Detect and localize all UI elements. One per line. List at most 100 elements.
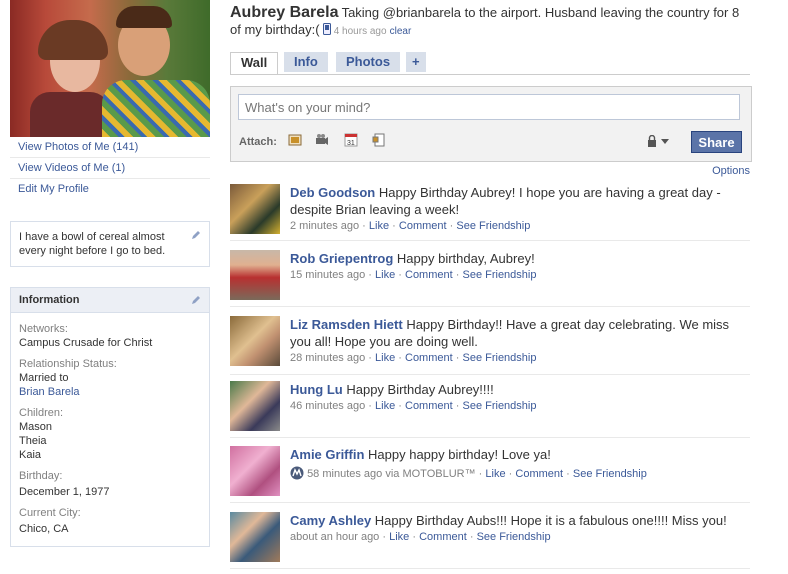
tab-divider [230,74,750,75]
child-name: Mason [19,421,53,433]
like-link[interactable]: Like [375,400,395,412]
profile-name: Aubrey Barela [230,4,339,21]
whats-on-your-mind-input[interactable]: What's on your mind? [238,94,740,120]
post-meta: 28 minutes ago · Like · Comment · See Fr… [290,352,537,364]
profile-tabs: Wall Info Photos + [230,52,750,75]
post-via: via MOTOBLUR™ [385,468,476,480]
post-author[interactable]: Rob Griepentrog [290,251,393,266]
wall-post: Amie Griffin Happy happy birthday! Love … [230,446,750,503]
bio-box: I have a bowl of cereal almost every nig… [10,221,210,267]
birthday-section: Birthday: December 1, 1977 [11,470,209,499]
city-value: Chico, CA [19,523,69,535]
post-text: Happy birthday, Aubrey! [396,251,535,266]
post-meta: 58 minutes ago via MOTOBLUR™ · Like · Co… [290,466,750,482]
post-text: Happy Birthday Aubs!!! Hope it is a fabu… [374,513,727,528]
comment-link[interactable]: Comment [405,400,453,412]
post-meta: about an hour ago · Like · Comment · See… [290,531,551,543]
city-section: Current City: Chico, CA [11,507,209,536]
wall-post: Hung Lu Happy Birthday Aubrey!!!! 46 min… [230,381,750,438]
wall-post: Deb Goodson Happy Birthday Aubrey! I hop… [230,184,750,241]
author-photo[interactable] [230,512,280,562]
comment-link[interactable]: Comment [405,269,453,281]
post-time: 58 minutes ago [307,468,383,480]
status-text-continued: of my birthday:( [230,22,320,37]
photo-man-hair [116,6,172,28]
post-author[interactable]: Liz Ramsden Hiett [290,317,403,332]
post-time: 28 minutes ago [290,352,366,364]
post-author[interactable]: Camy Ashley [290,513,371,528]
post-body: Amie Griffin Happy happy birthday! Love … [290,446,750,482]
child-name: Theia [19,435,47,447]
comment-link[interactable]: Comment [515,468,563,480]
status-header: Aubrey Barela Taking @brianbarela to the… [230,4,788,23]
wall-post: Camy Ashley Happy Birthday Aubs!!! Hope … [230,512,750,569]
children-label: Children: [19,407,64,419]
view-photos-link[interactable]: View Photos of Me (141) [10,137,210,158]
author-photo[interactable] [230,381,280,431]
post-time: 2 minutes ago [290,220,360,232]
options-link[interactable]: Options [712,165,750,177]
see-friendship-link[interactable]: See Friendship [456,220,530,232]
status-composer: What's on your mind? Attach: 31 Share [230,86,752,162]
spouse-link[interactable]: Brian Barela [19,386,80,398]
post-body: Camy Ashley Happy Birthday Aubs!!! Hope … [290,512,750,545]
tab-photos[interactable]: Photos [336,52,401,72]
see-friendship-link[interactable]: See Friendship [477,531,551,543]
like-link[interactable]: Like [369,220,389,232]
edit-profile-link[interactable]: Edit My Profile [10,179,210,199]
left-column: View Photos of Me (141) View Videos of M… [10,0,210,547]
edit-pencil-icon[interactable] [191,295,201,305]
link-attach-icon[interactable] [372,133,386,147]
comment-link[interactable]: Comment [419,531,467,543]
comment-link[interactable]: Comment [399,220,447,232]
post-body: Hung Lu Happy Birthday Aubrey!!!! 46 min… [290,381,750,414]
photo-man-shirt [102,80,210,137]
author-photo[interactable] [230,316,280,366]
mobile-phone-icon [322,23,331,35]
networks-label: Networks: [19,323,68,335]
post-author[interactable]: Amie Griffin [290,447,364,462]
edit-pencil-icon[interactable] [191,230,201,240]
birthday-label: Birthday: [19,470,63,482]
wall-post: Rob Griepentrog Happy birthday, Aubrey! … [230,250,750,307]
author-photo[interactable] [230,184,280,234]
networks-value: Campus Crusade for Christ [19,337,153,349]
like-link[interactable]: Like [485,468,505,480]
video-attach-icon[interactable] [315,133,329,147]
tab-info[interactable]: Info [284,52,328,72]
relationship-label: Relationship Status: [19,358,117,370]
networks-section: Networks: Campus Crusade for Christ [11,323,209,350]
status-time: 4 hours ago [333,26,387,37]
svg-text:31: 31 [347,140,355,147]
tab-add[interactable]: + [406,52,426,72]
like-link[interactable]: Like [375,269,395,281]
post-meta: 15 minutes ago · Like · Comment · See Fr… [290,269,537,281]
status-continuation: of my birthday:( 4 hours ago clear [230,22,411,37]
post-time: about an hour ago [290,531,380,543]
photo-attach-icon[interactable] [288,133,302,147]
children-section: Children: Mason Theia Kaia [11,407,209,462]
post-author[interactable]: Deb Goodson [290,185,375,200]
status-text: Taking @brianbarela to the airport. Husb… [341,5,740,20]
post-body: Rob Griepentrog Happy birthday, Aubrey! … [290,250,750,283]
see-friendship-link[interactable]: See Friendship [462,269,536,281]
post-time: 46 minutes ago [290,400,366,412]
author-photo[interactable] [230,446,280,496]
privacy-lock-icon[interactable] [647,135,671,147]
like-link[interactable]: Like [375,352,395,364]
like-link[interactable]: Like [389,531,409,543]
comment-link[interactable]: Comment [405,352,453,364]
birthday-value: December 1, 1977 [19,486,110,498]
see-friendship-link[interactable]: See Friendship [462,352,536,364]
event-attach-icon[interactable]: 31 [344,133,358,147]
post-meta: 46 minutes ago · Like · Comment · See Fr… [290,400,537,412]
profile-picture[interactable] [10,0,210,137]
share-button[interactable]: Share [691,131,742,153]
post-author[interactable]: Hung Lu [290,382,343,397]
see-friendship-link[interactable]: See Friendship [573,468,647,480]
see-friendship-link[interactable]: See Friendship [462,400,536,412]
author-photo[interactable] [230,250,280,300]
view-videos-link[interactable]: View Videos of Me (1) [10,158,210,179]
tab-wall[interactable]: Wall [230,52,279,75]
clear-status-link[interactable]: clear [390,26,412,37]
